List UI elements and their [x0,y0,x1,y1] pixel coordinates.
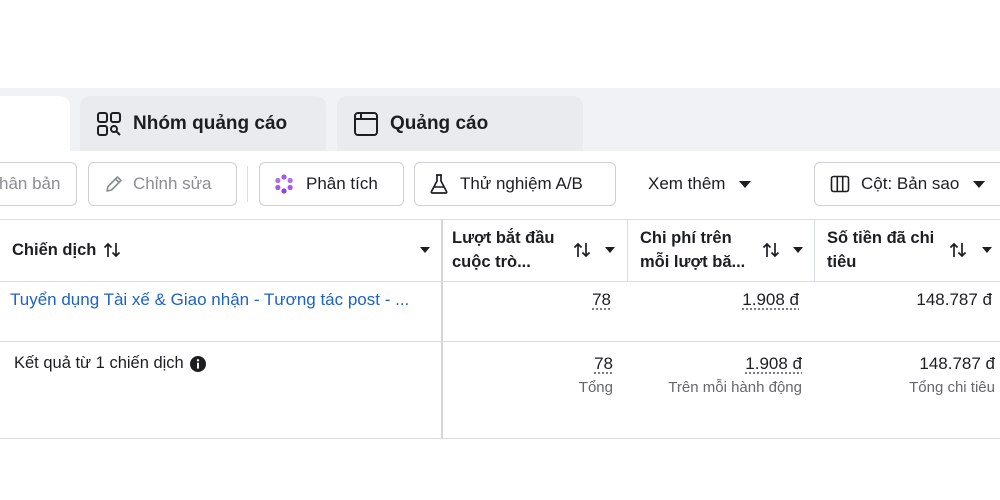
cost-per-result-value[interactable]: 1.908 đ [742,290,799,310]
ab-test-button[interactable]: Thử nghiệm A/B [414,162,616,206]
column-header-label: Lượt bắt đầu cuộc trò... [452,226,555,274]
ad-window-icon [353,111,379,137]
level-tab-bar: Nhóm quảng cáo Quảng cáo [0,88,1000,151]
column-header-cost-per-result[interactable]: Chi phí trên mỗi lượt bă... [640,219,808,281]
summary-cost-per-result-caption: Trên mỗi hành động [668,379,802,396]
duplicate-button-label: hân bản [0,174,60,194]
chevron-down-icon[interactable] [605,247,615,253]
tab-campaigns[interactable] [0,96,70,151]
column-header-line: mỗi lượt bă... [640,253,745,271]
header-divider [0,281,1000,282]
column-header-label: Chi phí trên mỗi lượt bă... [640,226,745,274]
columns-icon [830,175,850,193]
summary-label-text: Kết quả từ 1 chiến dịch [14,354,184,373]
summary-label: Kết quả từ 1 chiến dịch [14,354,206,373]
column-header-label: Chiến dịch [12,238,96,262]
pencil-icon [104,174,124,194]
tab-ad-sets[interactable]: Nhóm quảng cáo [80,96,326,151]
column-header-label: Số tiền đã chi tiêu [827,226,934,274]
summary-amount-spent-caption: Tổng chi tiêu [909,379,995,396]
sort-arrows-icon[interactable] [572,241,592,259]
analyze-button[interactable]: Phân tích [259,162,404,206]
column-divider [814,219,815,281]
flask-icon [429,173,449,195]
column-header-line: tiêu [827,253,856,271]
summary-conversations-caption: Tổng [579,379,613,396]
ad-set-grid-icon [96,111,122,137]
edit-button[interactable]: Chỉnh sửa [88,162,237,206]
campaign-table: Chiến dịch Lượt bắt đầu cuộc trò... Chi … [0,219,1000,439]
sort-arrows-icon[interactable] [948,241,968,259]
campaign-name-link[interactable]: Tuyển dụng Tài xế & Giao nhận - Tương tá… [10,290,409,310]
columns-dropdown[interactable]: Cột: Bản sao [814,162,1000,206]
frozen-column-divider [441,219,443,438]
row-divider [0,341,1000,342]
action-toolbar: hân bản Chỉnh sửa Phân tích Thử nghiệm A… [0,151,1000,219]
info-icon[interactable] [190,356,206,372]
chevron-down-icon[interactable] [982,247,992,253]
column-header-conversations[interactable]: Lượt bắt đầu cuộc trò... [452,219,620,281]
table-bottom-border [0,438,1000,439]
summary-amount-spent-value: 148.787 đ [919,354,995,374]
chevron-down-icon [973,181,985,188]
chevron-down-icon[interactable] [420,247,430,253]
amount-spent-value: 148.787 đ [916,290,992,310]
summary-conversations-value[interactable]: 78 [594,354,613,374]
columns-dropdown-label: Cột: Bản sao [861,174,959,194]
ab-test-button-label: Thử nghiệm A/B [460,174,583,194]
analyze-button-label: Phân tích [306,174,378,194]
toolbar-divider [247,166,248,202]
sort-arrows-icon[interactable] [761,241,781,259]
column-header-campaign[interactable]: Chiến dịch [12,219,432,281]
column-header-line: Số tiền đã chi [827,229,934,247]
tab-ad-sets-label: Nhóm quảng cáo [133,113,287,135]
conversations-value[interactable]: 78 [592,290,611,310]
see-more-dropdown[interactable]: Xem thêm [633,162,767,206]
column-header-line: Chi phí trên [640,229,732,247]
sort-arrows-icon[interactable] [102,241,122,259]
column-header-line: cuộc trò... [452,253,531,271]
edit-button-label: Chỉnh sửa [133,174,211,194]
chevron-down-icon [739,181,751,188]
summary-cost-per-result-value[interactable]: 1.908 đ [745,354,802,374]
column-header-amount-spent[interactable]: Số tiền đã chi tiêu [827,219,1000,281]
tab-ads[interactable]: Quảng cáo [337,96,583,151]
column-divider [627,219,628,281]
tab-ads-label: Quảng cáo [390,113,488,135]
chevron-down-icon[interactable] [793,247,803,253]
see-more-label: Xem thêm [648,174,725,194]
duplicate-button[interactable]: hân bản [0,162,77,206]
column-header-line: Lượt bắt đầu [452,229,555,247]
sparkle-flower-icon [273,173,295,195]
